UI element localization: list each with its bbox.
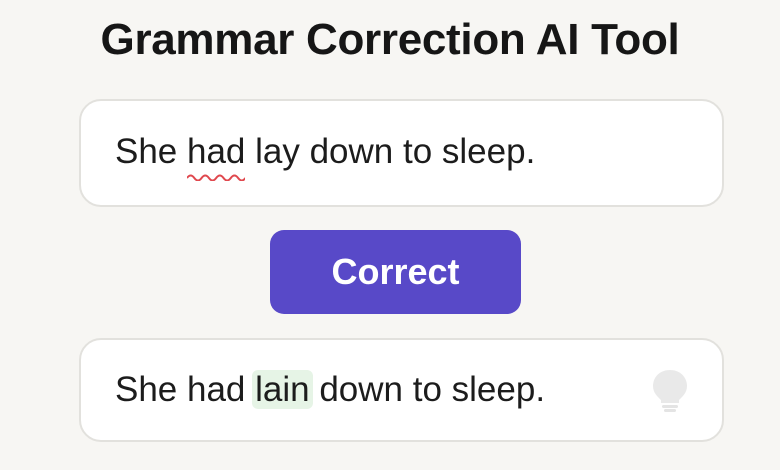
corrected-word: lain [252, 370, 313, 409]
error-underline [187, 174, 246, 181]
output-text-after: down to sleep. [309, 370, 546, 409]
output-text-box: She had lain down to sleep. [79, 338, 724, 442]
correct-button[interactable]: Correct [270, 230, 521, 314]
output-sentence: She had lain down to sleep. [115, 368, 545, 412]
flagged-word-text: had [187, 132, 246, 171]
output-text-before: She had [115, 370, 256, 409]
input-sentence: She had lay down to sleep. [115, 130, 536, 181]
input-text-before: She [115, 132, 187, 171]
flagged-word[interactable]: had [187, 130, 246, 181]
input-text-after: lay down to sleep. [245, 132, 536, 171]
input-text-box[interactable]: She had lay down to sleep. [79, 99, 724, 207]
page-title: Grammar Correction AI Tool [100, 15, 680, 64]
lightbulb-icon[interactable] [650, 368, 690, 414]
